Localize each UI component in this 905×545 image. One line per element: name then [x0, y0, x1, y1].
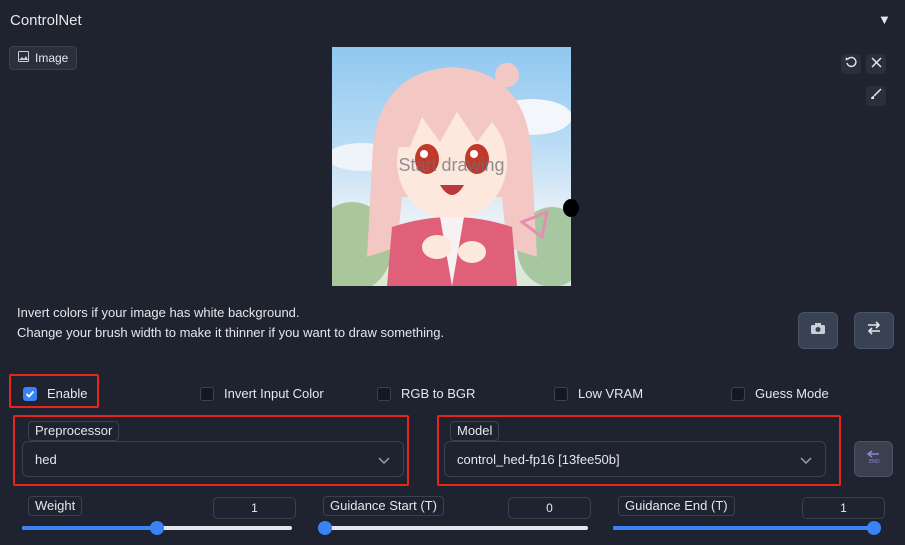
guidance-end-input[interactable]: 1	[802, 497, 885, 519]
guidance-start-input[interactable]: 0	[508, 497, 591, 519]
hint-invert: Invert colors if your image has white ba…	[17, 305, 300, 320]
preprocessor-value: hed	[35, 451, 57, 467]
swap-button[interactable]	[854, 312, 894, 349]
close-button[interactable]	[866, 54, 886, 74]
weight-input[interactable]: 1	[213, 497, 296, 519]
undo-icon	[845, 55, 857, 73]
send-model-button[interactable]: END	[854, 441, 893, 477]
guidance-start-slider[interactable]	[318, 521, 588, 535]
model-select[interactable]: control_hed-fp16 [13fee50b]	[444, 441, 826, 477]
guidance-start-slider-thumb[interactable]	[318, 521, 332, 535]
low-vram-checkbox[interactable]: Low VRAM	[554, 386, 643, 401]
camera-button[interactable]	[798, 312, 838, 349]
brush-icon	[870, 87, 882, 105]
checkbox-box[interactable]	[731, 386, 745, 401]
svg-text:END: END	[869, 459, 880, 465]
checkbox-box[interactable]	[554, 386, 568, 401]
swap-icon	[866, 321, 882, 340]
enable-label: Enable	[47, 386, 88, 401]
preprocessor-label: Preprocessor	[28, 421, 120, 441]
weight-slider-fill	[22, 526, 157, 530]
checkbox-box[interactable]	[200, 386, 214, 401]
guess-mode-checkbox[interactable]: Guess Mode	[731, 386, 829, 401]
hint-brush: Change your brush width to make it thinn…	[17, 325, 445, 340]
guidance-end-slider[interactable]	[613, 521, 881, 535]
brush-handle[interactable]	[563, 199, 579, 217]
enable-checkbox[interactable]: Enable	[23, 386, 87, 401]
panel-title: ControlNet	[10, 12, 82, 29]
arrow-end-icon: END	[866, 449, 882, 470]
image-icon	[18, 51, 29, 65]
low-vram-label: Low VRAM	[578, 386, 644, 401]
undo-button[interactable]	[841, 54, 861, 74]
weight-slider[interactable]	[22, 521, 292, 535]
tab-image-label: Image	[35, 51, 69, 65]
guidance-end-slider-thumb[interactable]	[867, 521, 881, 535]
rgb-to-bgr-checkbox[interactable]: RGB to BGR	[377, 386, 475, 401]
checkbox-box[interactable]	[377, 386, 391, 401]
collapse-icon[interactable]: ▼	[878, 12, 891, 27]
close-icon	[870, 55, 882, 73]
weight-slider-thumb[interactable]	[150, 521, 164, 535]
rgb-to-bgr-label: RGB to BGR	[401, 386, 476, 401]
guess-mode-label: Guess Mode	[755, 386, 829, 401]
guidance-end-label: Guidance End (T)	[618, 496, 735, 516]
preprocessor-select[interactable]: hed	[22, 441, 404, 477]
guidance-start-label: Guidance Start (T)	[323, 496, 444, 516]
brush-button[interactable]	[866, 86, 886, 106]
camera-icon	[810, 322, 826, 340]
canvas-placeholder: Start drawing	[398, 155, 505, 175]
invert-input-color-label: Invert Input Color	[224, 386, 324, 401]
checkbox-checked-icon[interactable]	[23, 386, 37, 401]
model-value: control_hed-fp16 [13fee50b]	[457, 451, 620, 467]
tab-image[interactable]: Image	[9, 46, 77, 70]
chevron-down-icon	[378, 452, 390, 470]
model-label: Model	[450, 421, 500, 441]
guidance-end-slider-fill	[613, 526, 881, 530]
invert-input-color-checkbox[interactable]: Invert Input Color	[200, 386, 324, 401]
chevron-down-icon	[800, 452, 812, 470]
weight-label: Weight	[28, 496, 83, 516]
